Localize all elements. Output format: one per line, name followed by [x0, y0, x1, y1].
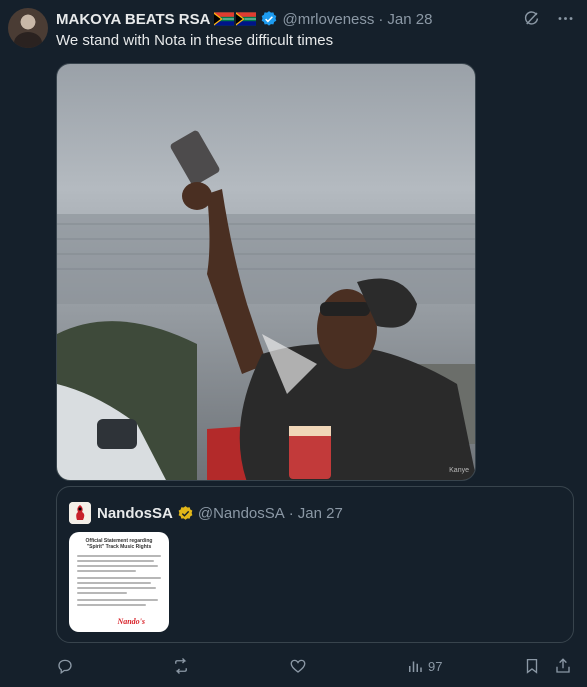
quoted-timestamp[interactable]: Jan 27 — [298, 505, 343, 522]
like-icon — [290, 659, 306, 673]
verified-gold-badge-icon — [178, 505, 193, 520]
quoted-separator: · — [288, 504, 294, 522]
views-icon — [409, 661, 422, 672]
top-icons — [521, 8, 575, 28]
text-line — [77, 592, 128, 594]
text-line — [77, 555, 161, 557]
tweet-text: We stand with Nota in these difficult ti… — [56, 32, 334, 49]
avatar[interactable] — [8, 8, 48, 48]
media-illustration — [57, 130, 475, 480]
tweet[interactable]: MAKOYA BEATS RSA @mrloveness · Jan 28 We… — [0, 0, 587, 687]
quoted-handle[interactable]: @NandosSA — [198, 505, 285, 522]
text-line — [77, 604, 146, 606]
handle[interactable]: @mrloveness — [282, 11, 374, 28]
reply-button[interactable] — [56, 654, 74, 678]
text-line — [77, 560, 155, 562]
quoted-tweet[interactable]: NandosSA @NandosSA · Jan 27 Official Sta… — [56, 486, 574, 643]
display-name[interactable]: MAKOYA BEATS RSA — [56, 11, 210, 28]
tweet-media-image[interactable]: Kanye — [56, 63, 476, 481]
media-watermark: Kanye — [449, 467, 469, 474]
reply-icon — [58, 659, 72, 675]
repost-button[interactable] — [172, 654, 190, 678]
bookmark-button[interactable] — [523, 654, 541, 678]
quoted-avatar[interactable] — [69, 502, 91, 524]
text-line — [77, 582, 151, 584]
grok-icon[interactable] — [521, 8, 541, 28]
more-options-icon[interactable] — [555, 8, 575, 28]
nandos-logo: Nando's — [117, 617, 145, 626]
text-line — [77, 599, 158, 601]
text-line — [77, 577, 161, 579]
separator: · — [378, 10, 384, 28]
text-line — [77, 570, 136, 572]
quoted-display-name[interactable]: NandosSA — [97, 505, 173, 522]
action-bar: 97 — [56, 654, 576, 678]
timestamp[interactable]: Jan 28 — [387, 11, 432, 28]
verified-badge-icon — [262, 11, 277, 26]
statement-title-line2: "Spirit" Track Music Rights — [86, 544, 152, 550]
bookmark-icon — [526, 658, 538, 674]
share-button[interactable] — [554, 654, 572, 678]
views-count: 97 — [428, 658, 443, 674]
views-button[interactable]: 97 — [406, 654, 442, 678]
south-africa-flag-icon — [214, 12, 235, 26]
quoted-header: NandosSA @NandosSA · Jan 27 — [97, 502, 343, 524]
flag-emojis — [214, 12, 257, 26]
share-icon — [556, 658, 570, 673]
text-line — [77, 565, 158, 567]
south-africa-flag-icon — [236, 12, 257, 26]
like-button[interactable] — [289, 654, 307, 678]
quoted-statement-thumbnail[interactable]: Official Statement regarding "Spirit" Tr… — [69, 532, 169, 632]
repost-icon — [175, 658, 187, 674]
text-line — [77, 587, 156, 589]
tweet-header: MAKOYA BEATS RSA @mrloveness · Jan 28 — [56, 9, 432, 29]
